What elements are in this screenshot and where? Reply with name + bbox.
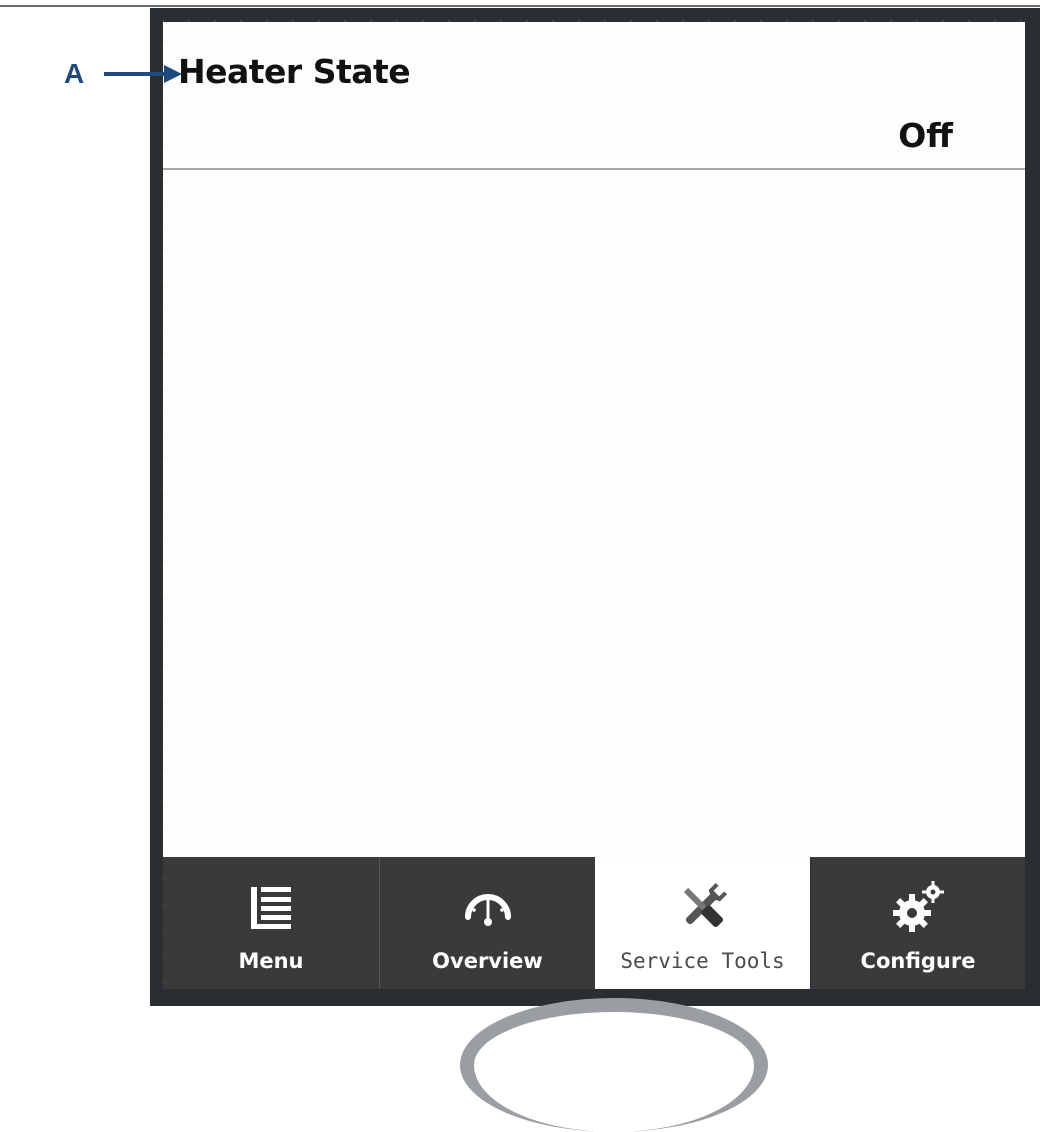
tab-overview-label: Overview	[432, 949, 543, 973]
callout-letter: A	[64, 58, 85, 89]
setting-value[interactable]: Off	[898, 116, 953, 155]
device-dial-arc	[460, 998, 768, 1132]
tab-configure[interactable]: Configure	[811, 857, 1025, 989]
tab-menu[interactable]: Menu	[163, 857, 379, 989]
callout-arrow-icon	[104, 65, 182, 83]
tab-configure-label: Configure	[860, 949, 976, 973]
tab-service-tools[interactable]: Service Tools	[595, 857, 810, 989]
tab-overview[interactable]: Overview	[380, 857, 595, 989]
gears-icon	[893, 881, 944, 932]
tools-icon	[683, 882, 727, 927]
callout-a: A	[64, 56, 184, 100]
tab-service-tools-label: Service Tools	[620, 949, 785, 973]
setting-label: Heater State	[178, 52, 411, 91]
divider	[163, 168, 1025, 170]
bottom-nav: Menu Overview Service Tools Configure	[163, 857, 1025, 989]
gauge-icon	[464, 894, 511, 926]
tab-menu-label: Menu	[238, 949, 304, 973]
screen: Heater State Off	[163, 22, 1025, 857]
menu-icon	[251, 887, 291, 929]
top-rule	[0, 5, 1040, 7]
